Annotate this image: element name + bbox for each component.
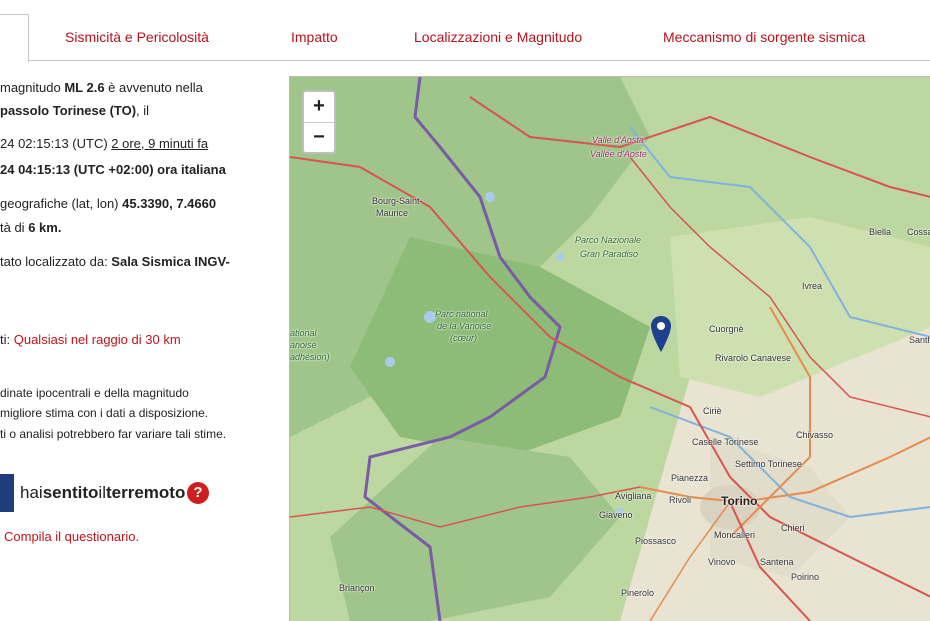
nearby-events-link[interactable]: Qualsiasi nel raggio di 30 km <box>14 332 181 347</box>
map-label-chieri: Chieri <box>781 523 805 533</box>
map[interactable]: + − Valle d'Aosta Vallée d'Aoste Bourg-S… <box>289 76 930 621</box>
located-by-line: tato localizzato da: Sala Sismica INGV- <box>0 254 230 269</box>
note-line-2: migliore stima con i dati a disposizione… <box>0 406 209 420</box>
tab-impatto[interactable]: Impatto <box>291 29 338 45</box>
map-label-vinovo: Vinovo <box>708 557 736 567</box>
map-label-piossasco: Piossasco <box>635 536 677 546</box>
questionnaire-link[interactable]: Compila il questionario. <box>4 529 139 544</box>
map-label-cuorgne: Cuorgnè <box>709 324 744 334</box>
map-label-chivasso: Chivasso <box>796 430 834 440</box>
map-label-giaveno: Giaveno <box>599 510 633 520</box>
time-ago: 2 ore, 9 minuti fa <box>111 136 209 151</box>
depth-value: 6 km. <box>28 220 62 235</box>
coordinates-line: geografiche (lat, lon) 45.3390, 7.4660 <box>0 196 217 211</box>
map-label-rivoli: Rivoli <box>669 495 692 505</box>
map-label-left1: ational <box>290 328 317 338</box>
depth-line: tà di 6 km. <box>0 220 62 235</box>
map-label-pianezza: Pianezza <box>671 473 709 483</box>
map-label-biella: Biella <box>869 227 892 237</box>
zoom-control: + − <box>302 90 336 154</box>
map-label-parco1: Parco Nazionale <box>575 235 642 245</box>
map-label-settimo: Settimo Torinese <box>735 459 802 469</box>
map-label-parco2: Gran Paradiso <box>580 249 639 259</box>
utc-time-line: 24 02:15:13 (UTC) 2 ore, 9 minuti fa <box>0 136 209 151</box>
tab-localizzazioni[interactable]: Localizzazioni e Magnitudo <box>414 29 582 45</box>
hai-sentito-banner[interactable]: haisentitoilterremoto ? <box>0 474 230 514</box>
map-label-left2: anoise <box>290 340 317 350</box>
magnitude-value: ML 2.6 <box>64 80 105 95</box>
map-label-cossato: Cossa <box>907 227 930 237</box>
tab-sismicita[interactable]: Sismicità e Pericolosità <box>65 29 209 45</box>
note-line-1: dinate ipocentrali e della magnitudo <box>0 386 189 400</box>
located-by-value: Sala Sismica INGV- <box>111 254 230 269</box>
map-label-vallee: Vallée d'Aoste <box>590 149 647 159</box>
magnitude-line: magnitudo ML 2.6 è avvenuto nella <box>0 80 203 95</box>
map-label-caselle: Caselle Torinese <box>692 437 759 447</box>
location-name: passolo Torinese (TO) <box>0 103 137 118</box>
map-label-briancon: Briançon <box>339 583 375 593</box>
map-label-torino: Torino <box>721 494 758 508</box>
map-label-santh: Santh <box>909 335 930 345</box>
map-label-ivrea: Ivrea <box>802 281 823 291</box>
zoom-out-button[interactable]: − <box>304 123 334 153</box>
map-label-moncalieri: Moncalieri <box>714 530 756 540</box>
hst-logo <box>0 474 14 512</box>
map-label-poirino: Poirino <box>791 572 820 582</box>
map-label-vanoise3: (cœur) <box>450 333 477 343</box>
note-line-3: ti o analisi potrebbero far variare tali… <box>0 427 227 441</box>
map-label-maurice: Maurice <box>376 208 409 218</box>
question-icon[interactable]: ? <box>187 482 209 504</box>
map-label-vanoise1: Parc national <box>435 309 488 319</box>
map-label-rivarolo: Rivarolo Canavese <box>715 353 792 363</box>
map-label-santena: Santena <box>760 557 794 567</box>
map-label-left3: adhésion) <box>290 352 330 362</box>
zoom-in-button[interactable]: + <box>304 92 334 123</box>
location-line: passolo Torinese (TO), il <box>0 103 150 118</box>
nearby-events-line: ti: Qualsiasi nel raggio di 30 km <box>0 332 181 347</box>
map-label-valle: Valle d'Aosta <box>592 135 644 145</box>
tab-bar: Sismicità e Pericolosità Impatto Localiz… <box>0 0 930 63</box>
coordinates-value: 45.3390, 7.4660 <box>122 196 217 211</box>
map-label-avigliana: Avigliana <box>615 491 652 501</box>
map-label-cirie: Ciriè <box>703 406 722 416</box>
epicenter-marker-icon[interactable] <box>650 315 672 353</box>
map-label-pinerolo: Pinerolo <box>621 588 655 598</box>
tab-active[interactable] <box>0 14 29 63</box>
hst-title: haisentitoilterremoto <box>20 483 186 502</box>
map-label-vanoise2: de la Vanoise <box>437 321 492 331</box>
tab-meccanismo[interactable]: Meccanismo di sorgente sismica <box>663 29 865 45</box>
map-label-bourg: Bourg-Saint- <box>372 196 423 206</box>
local-time-line: 24 04:15:13 (UTC +02:00) ora italiana <box>0 162 226 177</box>
